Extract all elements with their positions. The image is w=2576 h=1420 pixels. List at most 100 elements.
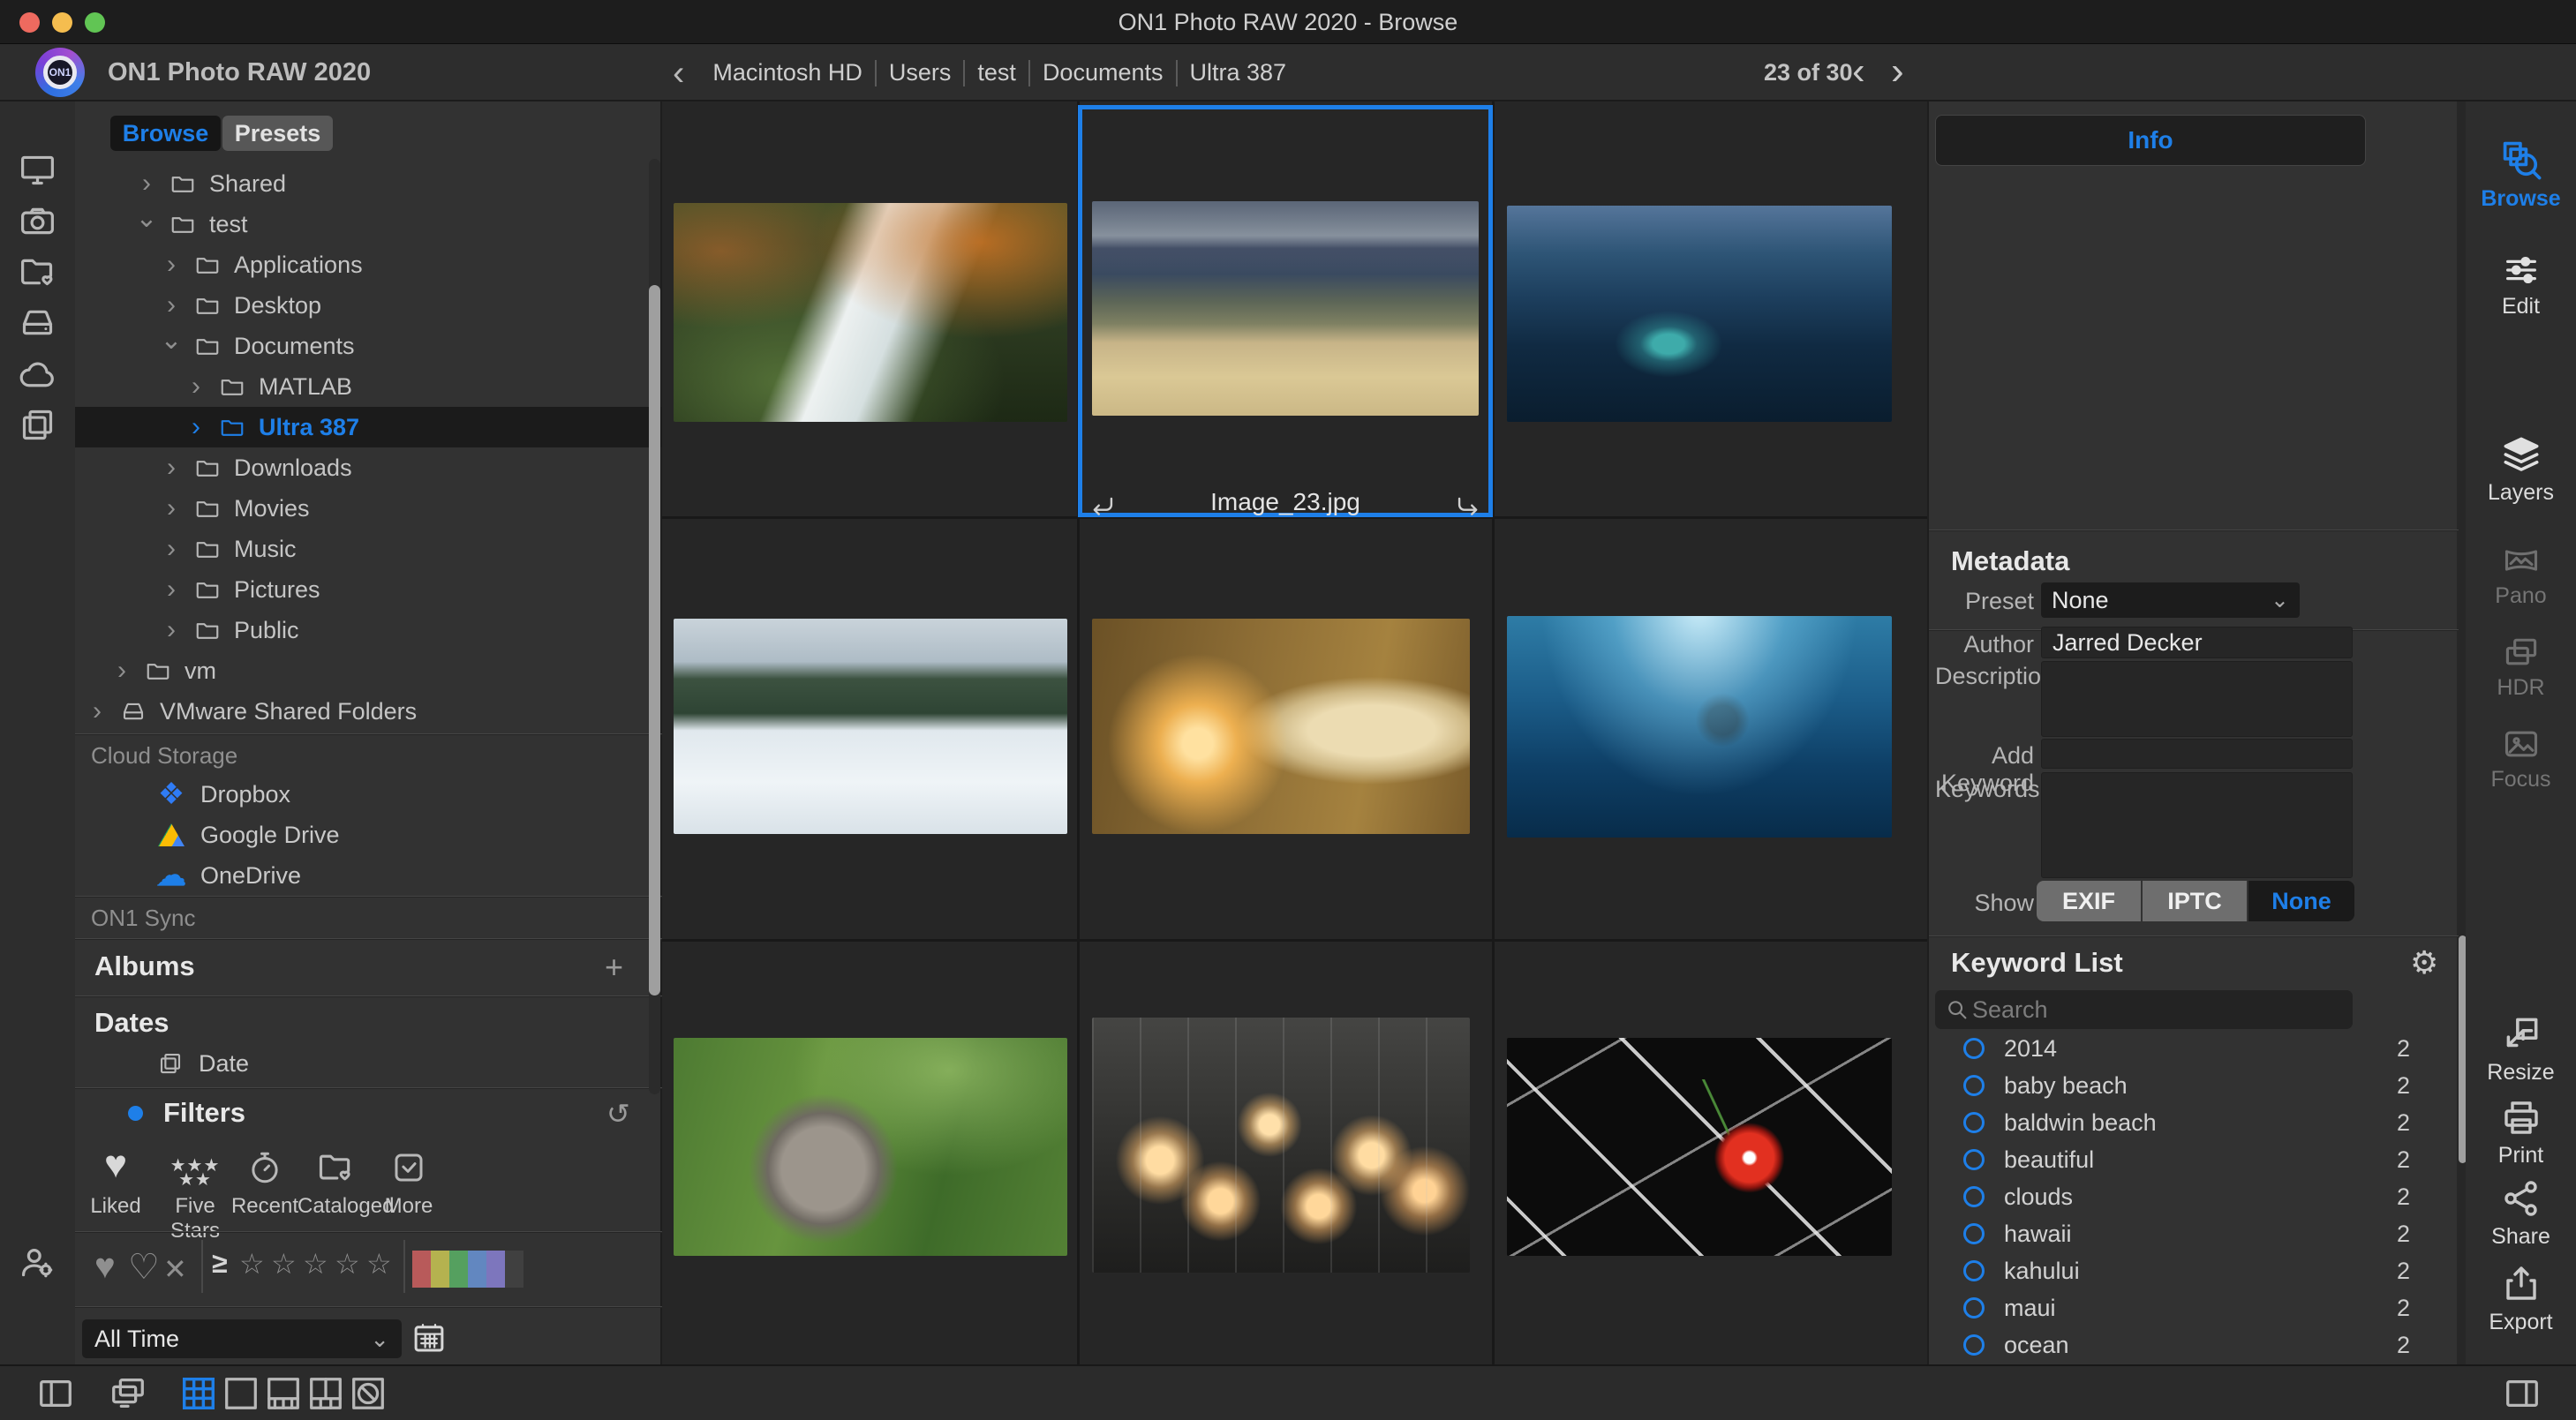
thumbnail-waterfall-mill[interactable] bbox=[674, 203, 1067, 422]
chevron-right-icon[interactable]: › bbox=[160, 252, 183, 278]
tree-item-public[interactable]: › Public bbox=[75, 610, 662, 650]
tool-share[interactable]: Share bbox=[2466, 1176, 2576, 1250]
keywords-field[interactable] bbox=[2041, 772, 2353, 878]
chevron-right-icon[interactable]: › bbox=[160, 292, 183, 319]
tree-item-movies[interactable]: › Movies bbox=[75, 488, 662, 529]
keyword-row[interactable]: clouds 2 bbox=[1929, 1178, 2410, 1215]
chevron-right-icon[interactable]: › bbox=[135, 170, 158, 197]
tab-presets[interactable]: Presets bbox=[222, 116, 333, 151]
module-edit[interactable]: Edit bbox=[2466, 250, 2576, 319]
module-browse[interactable]: Browse bbox=[2466, 137, 2576, 212]
next-photo-button[interactable]: › bbox=[1891, 44, 1904, 101]
rotate-right-icon[interactable] bbox=[1453, 490, 1483, 520]
cloud-item-onedrive[interactable]: ☁ OneDrive bbox=[75, 855, 662, 896]
filter-five-stars-button[interactable]: ★★★ ★★ Five Stars bbox=[157, 1143, 233, 1243]
time-filter-dropdown[interactable]: All Time ⌄ bbox=[82, 1319, 402, 1358]
module-pano[interactable]: Pano bbox=[2466, 541, 2576, 609]
chevron-right-icon[interactable]: › bbox=[160, 617, 183, 643]
tree-item-desktop[interactable]: › Desktop bbox=[75, 285, 662, 326]
breadcrumb-item[interactable]: Users bbox=[877, 59, 964, 86]
clear-like-filter-icon[interactable]: ✕ bbox=[163, 1252, 187, 1286]
tree-item-matlab[interactable]: › MATLAB bbox=[75, 366, 662, 407]
chevron-down-icon[interactable]: ⌄ bbox=[160, 327, 183, 354]
rating-star-1[interactable]: ☆ bbox=[239, 1247, 265, 1281]
albums-stack-icon[interactable] bbox=[18, 405, 57, 445]
compare-view-icon[interactable] bbox=[305, 1373, 346, 1414]
show-exif-segment[interactable]: EXIF bbox=[2037, 881, 2141, 921]
keyword-row[interactable]: maui 2 bbox=[1929, 1289, 2410, 1326]
tab-browse[interactable]: Browse bbox=[110, 116, 221, 151]
selected-photo-outline[interactable] bbox=[1078, 105, 1493, 517]
breadcrumb-item[interactable]: Macintosh HD bbox=[700, 59, 875, 86]
keyword-row[interactable]: hawaii 2 bbox=[1929, 1215, 2410, 1252]
computer-icon[interactable] bbox=[18, 150, 57, 190]
cloud-storage-icon[interactable] bbox=[18, 356, 57, 395]
tree-item-vm[interactable]: › vm bbox=[75, 650, 662, 691]
color-filter-green[interactable] bbox=[449, 1251, 468, 1288]
reset-filters-icon[interactable]: ↺ bbox=[606, 1097, 630, 1131]
module-hdr[interactable]: HDR bbox=[2466, 633, 2576, 701]
keyword-row[interactable]: ocean 2 bbox=[1929, 1326, 2410, 1364]
liked-filter-heart-icon[interactable]: ♥ bbox=[94, 1247, 116, 1287]
show-iptc-segment[interactable]: IPTC bbox=[2143, 881, 2247, 921]
calendar-icon[interactable] bbox=[411, 1319, 448, 1356]
thumbnail-lake-boat[interactable] bbox=[1507, 206, 1892, 422]
color-filter-red[interactable] bbox=[412, 1251, 431, 1288]
thumbnail-light-bulbs[interactable] bbox=[1092, 1018, 1470, 1273]
show-none-segment[interactable]: None bbox=[2248, 881, 2354, 921]
dates-date-item[interactable]: Date bbox=[75, 1043, 662, 1084]
rating-star-4[interactable]: ☆ bbox=[335, 1247, 360, 1281]
thumbnail-spa-candle[interactable] bbox=[1092, 619, 1470, 834]
chevron-right-icon[interactable]: › bbox=[160, 455, 183, 481]
info-tab-button[interactable]: Info bbox=[1935, 115, 2366, 166]
filter-cataloged-button[interactable]: Cataloged bbox=[298, 1143, 394, 1219]
keyword-row[interactable]: kahului 2 bbox=[1929, 1252, 2410, 1289]
color-filter-yellow[interactable] bbox=[431, 1251, 449, 1288]
module-layers[interactable]: Layers bbox=[2466, 432, 2576, 506]
color-filter-purple[interactable] bbox=[486, 1251, 505, 1288]
breadcrumb-back-icon[interactable]: ‹ bbox=[673, 47, 684, 100]
local-drives-icon[interactable] bbox=[18, 303, 57, 342]
chevron-right-icon[interactable]: › bbox=[160, 536, 183, 562]
cloud-item-google-drive[interactable]: Google Drive bbox=[75, 815, 662, 855]
tree-item-applications[interactable]: › Applications bbox=[75, 244, 662, 285]
toggle-right-panel-icon[interactable] bbox=[2502, 1373, 2542, 1414]
rating-star-5[interactable]: ☆ bbox=[366, 1247, 392, 1281]
chevron-right-icon[interactable]: › bbox=[185, 414, 207, 440]
chevron-right-icon[interactable]: › bbox=[86, 698, 109, 725]
tree-item-ultra-387[interactable]: › Ultra 387 bbox=[75, 407, 662, 447]
keyword-search[interactable] bbox=[1935, 990, 2353, 1029]
tree-item-shared[interactable]: › Shared bbox=[75, 163, 662, 204]
keyword-settings-gear-icon[interactable]: ⚙ bbox=[2410, 944, 2438, 981]
account-icon[interactable] bbox=[18, 1243, 57, 1282]
tool-print[interactable]: Print bbox=[2466, 1097, 2576, 1168]
thumbnail-cherry[interactable] bbox=[1507, 1038, 1892, 1256]
keyword-row[interactable]: 2014 2 bbox=[1929, 1030, 2410, 1067]
keyword-row[interactable]: baby beach 2 bbox=[1929, 1067, 2410, 1104]
chevron-down-icon[interactable]: ⌄ bbox=[135, 206, 158, 232]
filmstrip-view-icon[interactable] bbox=[263, 1373, 304, 1414]
module-focus[interactable]: Focus bbox=[2466, 725, 2576, 793]
filter-more-button[interactable]: More bbox=[371, 1143, 447, 1219]
thumbnail-elephant[interactable] bbox=[674, 1038, 1067, 1256]
camera-icon[interactable] bbox=[18, 201, 57, 241]
rotate-left-icon[interactable] bbox=[1088, 490, 1118, 520]
previous-photo-button[interactable]: ‹ bbox=[1852, 44, 1865, 101]
tree-item-documents[interactable]: ⌄ Documents bbox=[75, 326, 662, 366]
chevron-right-icon[interactable]: › bbox=[185, 373, 207, 400]
chevron-right-icon[interactable]: › bbox=[160, 576, 183, 603]
detail-view-icon[interactable] bbox=[221, 1373, 261, 1414]
dual-display-icon[interactable] bbox=[108, 1373, 148, 1414]
quick-slideshow-icon[interactable] bbox=[348, 1373, 388, 1414]
keyword-row[interactable]: beautiful 2 bbox=[1929, 1141, 2410, 1178]
filter-liked-button[interactable]: ♥ Liked bbox=[78, 1143, 154, 1219]
add-keyword-field[interactable] bbox=[2041, 739, 2353, 769]
tree-item-music[interactable]: › Music bbox=[75, 529, 662, 569]
description-field[interactable] bbox=[2041, 661, 2353, 737]
cataloged-folders-icon[interactable] bbox=[18, 252, 57, 292]
rating-star-3[interactable]: ☆ bbox=[303, 1247, 328, 1281]
keyword-row[interactable]: baldwin beach 2 bbox=[1929, 1104, 2410, 1141]
preset-dropdown[interactable]: None ⌄ bbox=[2041, 582, 2300, 618]
chevron-right-icon[interactable]: › bbox=[160, 495, 183, 522]
thumbnail-winter-forest[interactable] bbox=[674, 619, 1067, 834]
